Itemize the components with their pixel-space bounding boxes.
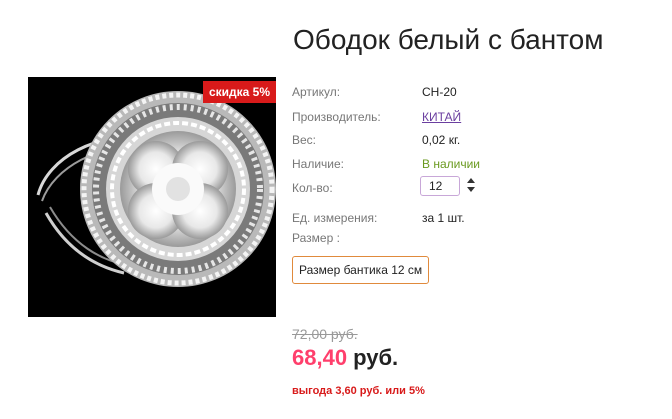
size-label: Размер : xyxy=(292,231,340,245)
quantity-label: Кол-во: xyxy=(292,181,333,195)
weight-label: Вес: xyxy=(292,133,317,147)
savings-text: выгода 3,60 руб. или 5% xyxy=(292,385,425,397)
old-price: 72,00 руб. xyxy=(292,326,358,342)
spec-manufacturer: Производитель: КИТАЙ xyxy=(292,110,461,124)
new-price-currency: руб. xyxy=(353,345,399,370)
unit-value: за 1 шт. xyxy=(422,211,465,225)
product-title: Ободок белый с бантом xyxy=(293,24,604,55)
new-price-number: 68,40 xyxy=(292,345,348,370)
spec-availability: Наличие: В наличии xyxy=(292,157,480,171)
article-value: CH-20 xyxy=(422,85,457,99)
new-price: 68,40 руб. xyxy=(292,345,398,371)
manufacturer-link[interactable]: КИТАЙ xyxy=(422,110,461,124)
spec-size: Размер : xyxy=(292,231,340,245)
manufacturer-label: Производитель: xyxy=(292,110,381,124)
discount-badge: скидка 5% xyxy=(202,81,276,103)
product-image[interactable]: скидка 5% xyxy=(28,77,276,317)
spec-article: Артикул: CH-20 xyxy=(292,85,457,99)
spec-unit: Ед. измерения: за 1 шт. xyxy=(292,211,465,225)
size-option-button[interactable]: Размер бантика 12 см xyxy=(292,256,430,284)
weight-value: 0,02 кг. xyxy=(422,133,461,147)
chevron-up-icon[interactable] xyxy=(467,178,475,183)
spec-quantity: Кол-во: xyxy=(292,176,475,196)
spec-weight: Вес: 0,02 кг. xyxy=(292,133,460,147)
headband-illustration xyxy=(36,91,276,287)
quantity-input[interactable] xyxy=(420,176,460,196)
chevron-down-icon[interactable] xyxy=(467,187,475,192)
article-label: Артикул: xyxy=(292,85,341,99)
availability-value: В наличии xyxy=(422,157,481,171)
quantity-stepper[interactable] xyxy=(466,175,476,197)
unit-label: Ед. измерения: xyxy=(292,211,378,225)
availability-label: Наличие: xyxy=(292,157,345,171)
